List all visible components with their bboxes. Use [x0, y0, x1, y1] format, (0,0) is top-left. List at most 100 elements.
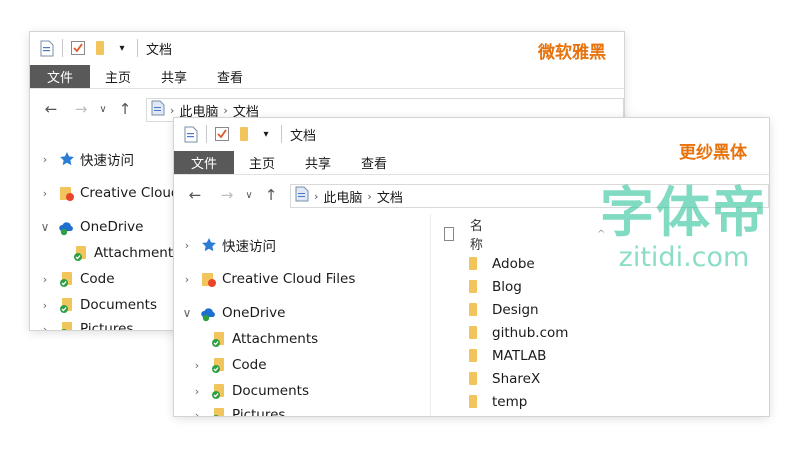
window-title: 文档: [290, 128, 317, 144]
expand-chevron-icon[interactable]: ›: [190, 409, 204, 417]
expand-chevron-icon[interactable]: ›: [38, 323, 52, 331]
list-item-label: ShareX: [492, 370, 541, 387]
list-item-label: MATLAB: [492, 347, 547, 364]
column-header-name[interactable]: 名称 ^: [444, 219, 605, 253]
creative-cloud-folder-icon: [200, 270, 218, 288]
tree-item-documents[interactable]: › Documents: [190, 378, 309, 404]
back-arrow-icon[interactable]: ←: [40, 98, 62, 120]
onedrive-cloud-icon: [200, 304, 218, 322]
tab-file[interactable]: 文件: [174, 151, 234, 174]
list-item[interactable]: temp: [468, 390, 527, 413]
tree-item-creative-cloud[interactable]: › Creative Cloud: [38, 180, 179, 206]
window-title: 文档: [146, 42, 173, 58]
new-folder-icon[interactable]: [89, 37, 111, 59]
document-location-icon: [151, 100, 165, 120]
tree-item-pictures[interactable]: › Pictures: [190, 402, 285, 416]
list-item[interactable]: github.com: [468, 321, 568, 344]
tree-item-documents[interactable]: › Documents: [38, 292, 157, 318]
tree-item-onedrive[interactable]: ∨ OneDrive: [38, 214, 143, 240]
recent-dropdown-icon[interactable]: ∨: [92, 98, 114, 120]
expand-chevron-icon[interactable]: ›: [190, 359, 204, 372]
list-item[interactable]: Design: [468, 298, 539, 321]
star-icon: [200, 236, 218, 254]
back-arrow-icon[interactable]: ←: [184, 184, 206, 206]
title-bar: ▾ 文档 更纱黑体: [174, 118, 769, 163]
page-icon[interactable]: [180, 123, 202, 145]
ribbon-tabs: 文件 主页 共享 查看: [30, 65, 624, 88]
expand-chevron-icon[interactable]: ›: [38, 187, 52, 200]
expand-chevron-icon[interactable]: ›: [190, 385, 204, 398]
tree-item-quick-access[interactable]: › 快速访问: [38, 146, 134, 172]
synced-folder-icon: [58, 296, 76, 314]
star-icon: [58, 150, 76, 168]
watermark: 字体帝 zitidi.com: [600, 186, 768, 274]
synced-folder-icon: [210, 382, 228, 400]
tab-share[interactable]: 共享: [290, 151, 346, 174]
expand-chevron-icon[interactable]: ›: [180, 273, 194, 286]
customize-dropdown-icon[interactable]: ▾: [111, 37, 133, 59]
up-arrow-icon[interactable]: ↑: [114, 98, 136, 120]
expand-chevron-icon[interactable]: ›: [180, 239, 194, 252]
folder-icon: [468, 325, 482, 341]
page-icon[interactable]: [36, 37, 58, 59]
breadcrumb-pc[interactable]: 此电脑: [179, 101, 218, 120]
recent-dropdown-icon[interactable]: ∨: [238, 184, 260, 206]
forward-arrow-icon[interactable]: →: [70, 98, 92, 120]
tree-item-attachments[interactable]: Attachments: [66, 240, 180, 266]
font-label: 微软雅黑: [538, 43, 606, 63]
synced-folder-icon: [210, 330, 228, 348]
folder-icon: [468, 394, 482, 410]
tab-share[interactable]: 共享: [146, 65, 202, 88]
tree-item-creative-cloud-files[interactable]: › Creative Cloud Files: [180, 266, 355, 292]
tab-home[interactable]: 主页: [234, 151, 290, 174]
properties-check-icon[interactable]: [67, 37, 89, 59]
tree-item-quick-access[interactable]: › 快速访问: [180, 232, 276, 258]
forward-arrow-icon[interactable]: →: [216, 184, 238, 206]
synced-folder-icon: [210, 406, 228, 416]
list-item[interactable]: Adobe: [468, 252, 535, 275]
tab-view[interactable]: 查看: [346, 151, 402, 174]
watermark-chinese: 字体帝: [600, 181, 768, 244]
tree-item-pictures[interactable]: › Pictures: [38, 316, 133, 330]
synced-folder-icon: [72, 244, 90, 262]
breadcrumb-documents[interactable]: 文档: [377, 187, 403, 206]
list-item-label: temp: [492, 393, 528, 410]
folder-icon: [468, 256, 482, 272]
tab-home[interactable]: 主页: [90, 65, 146, 88]
breadcrumb-documents[interactable]: 文档: [233, 101, 259, 120]
synced-folder-icon: [210, 356, 228, 374]
folder-icon: [468, 279, 482, 295]
properties-check-icon[interactable]: [211, 123, 233, 145]
new-folder-icon[interactable]: [233, 123, 255, 145]
breadcrumb-pc[interactable]: 此电脑: [323, 187, 362, 206]
ribbon-tabs: 文件 主页 共享 查看: [174, 151, 769, 174]
expand-chevron-icon[interactable]: ›: [38, 273, 52, 286]
tree-item-code[interactable]: › Code: [38, 266, 115, 292]
onedrive-cloud-icon: [58, 218, 76, 236]
quick-access-toolbar: ▾ 文档: [36, 32, 172, 64]
list-item[interactable]: MATLAB: [468, 344, 546, 367]
tree-item-attachments[interactable]: Attachments: [204, 326, 318, 352]
up-arrow-icon[interactable]: ↑: [260, 184, 282, 206]
watermark-domain: zitidi.com: [618, 242, 750, 273]
expand-chevron-icon[interactable]: ›: [38, 153, 52, 166]
list-item[interactable]: ShareX: [468, 367, 540, 390]
folder-icon: [468, 302, 482, 318]
list-item[interactable]: Blog: [468, 275, 522, 298]
synced-folder-icon: [58, 270, 76, 288]
folder-icon: [468, 371, 482, 387]
select-all-checkbox[interactable]: [444, 227, 454, 241]
collapse-chevron-icon[interactable]: ∨: [180, 306, 194, 320]
folder-icon: [468, 348, 482, 364]
expand-chevron-icon[interactable]: ›: [38, 299, 52, 312]
title-bar: ▾ 文档 微软雅黑: [30, 32, 624, 64]
quick-access-toolbar: ▾ 文档: [180, 118, 316, 150]
tab-file[interactable]: 文件: [30, 65, 90, 88]
list-item-label: Blog: [492, 278, 522, 295]
synced-folder-icon: [58, 320, 76, 330]
customize-dropdown-icon[interactable]: ▾: [255, 123, 277, 145]
tree-item-code[interactable]: › Code: [190, 352, 267, 378]
collapse-chevron-icon[interactable]: ∨: [38, 220, 52, 234]
tab-view[interactable]: 查看: [202, 65, 258, 88]
tree-item-onedrive[interactable]: ∨ OneDrive: [180, 300, 285, 326]
